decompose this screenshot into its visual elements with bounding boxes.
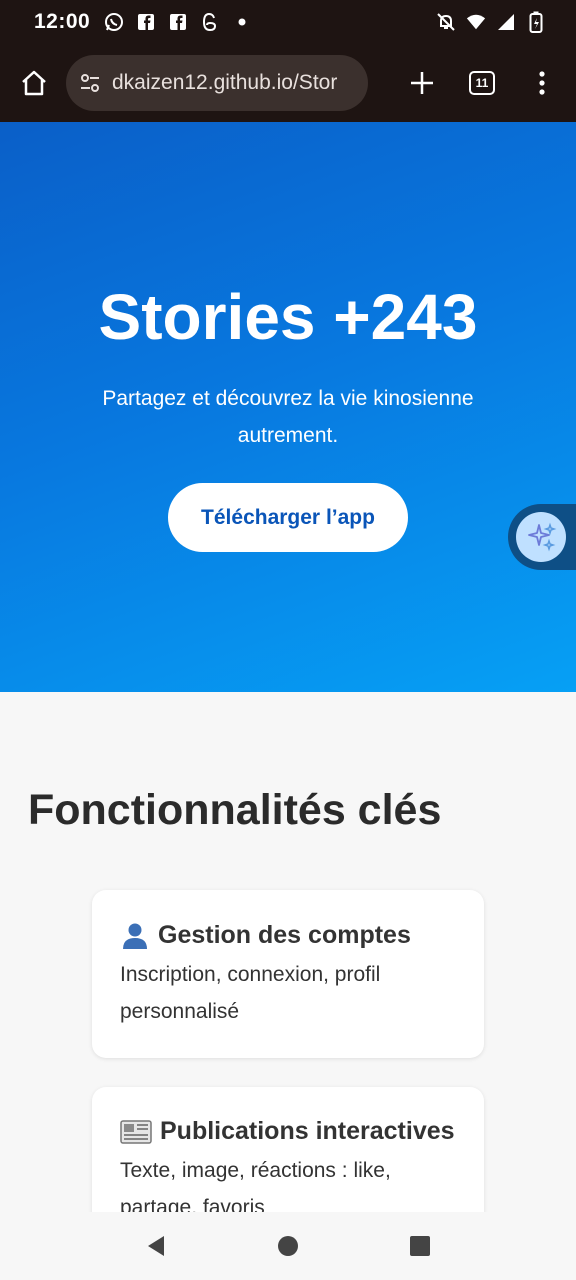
whatsapp-icon [104,12,124,32]
status-bar: 12:00 [0,0,576,44]
site-settings-icon[interactable] [78,71,102,95]
system-nav-bar [0,1212,576,1280]
tab-count: 11 [469,71,495,95]
features-heading: Fonctionnalités clés [28,786,442,834]
threads-icon [200,12,220,32]
mute-icon [436,12,456,32]
status-time: 12:00 [34,10,91,33]
feature-description: Inscription, connexion, profil personnal… [120,963,381,1023]
more-options-icon[interactable] [522,63,562,103]
feature-title: Gestion des comptes [158,920,411,949]
dot-icon [232,12,252,32]
address-bar[interactable]: dkaizen12.github.io/Stor [66,55,368,111]
hero-title: Stories +243 [98,281,478,353]
feature-title: Publications interactives [160,1117,455,1145]
new-tab-icon[interactable] [402,63,442,103]
tab-switcher-button[interactable]: 11 [462,63,502,103]
download-app-button[interactable]: Télécharger l’app [168,483,408,552]
recents-icon[interactable] [400,1226,440,1266]
system-icons [436,11,546,33]
hero-subtitle: Partagez et découvrez la vie kinosienne … [102,387,474,447]
back-icon[interactable] [136,1226,176,1266]
battery-icon [526,11,546,33]
notification-icons [104,12,252,32]
wifi-icon [466,12,486,32]
person-icon [120,920,150,950]
assistant-bubble[interactable] [508,504,576,570]
facebook-icon [136,12,156,32]
facebook-icon [168,12,188,32]
url-text: dkaizen12.github.io/Stor [112,71,338,94]
hero-section: Stories +243 Partagez et découvrez la vi… [0,122,576,692]
browser-toolbar: dkaizen12.github.io/Stor 11 [0,44,576,122]
newspaper-icon [120,1118,152,1146]
feature-card: Gestion des comptes Inscription, connexi… [92,890,484,1058]
home-icon[interactable] [268,1226,308,1266]
home-icon[interactable] [14,63,54,103]
signal-icon [496,12,516,32]
sparkle-icon [516,512,566,562]
